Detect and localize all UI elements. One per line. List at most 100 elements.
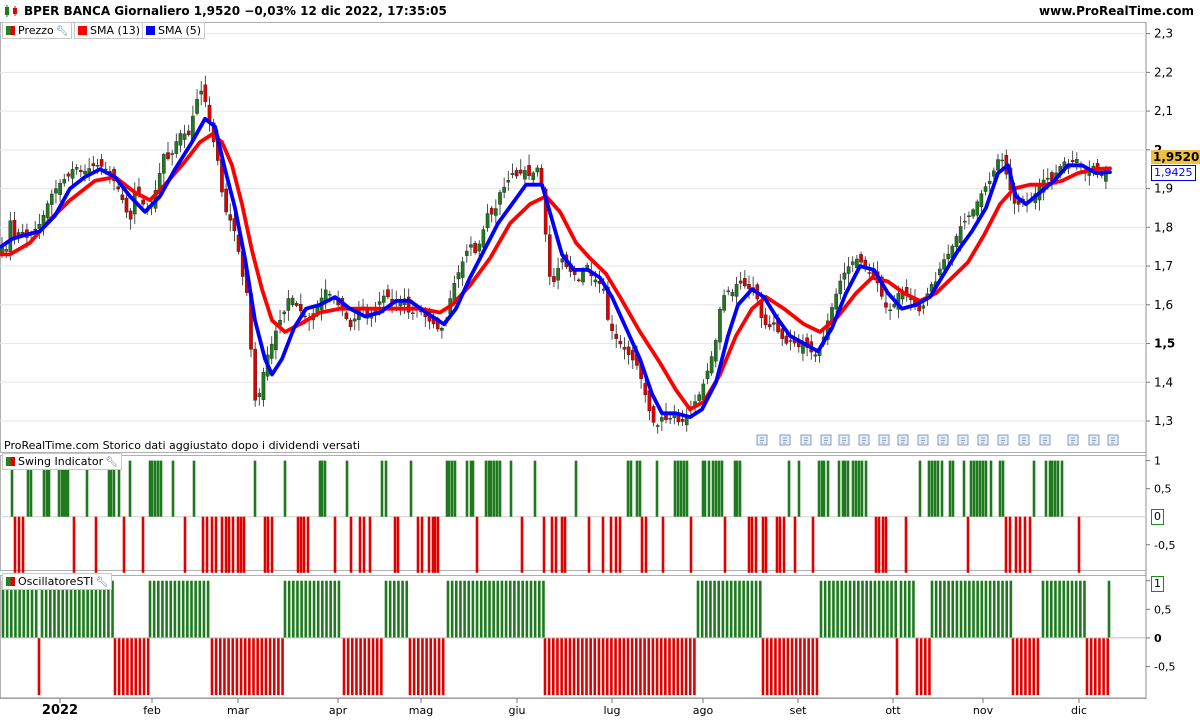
candle-body xyxy=(975,201,980,216)
sti-bar xyxy=(194,580,197,638)
candle-body xyxy=(62,179,67,184)
swing-bar xyxy=(192,460,196,517)
sti-bar xyxy=(337,580,341,638)
sti-bar xyxy=(417,637,420,696)
swing-bar xyxy=(574,460,578,517)
sti-bar xyxy=(1054,580,1057,638)
candle-body xyxy=(253,348,257,401)
price-tick-label: 1,8 xyxy=(1154,220,1173,234)
sti-bar xyxy=(380,637,383,696)
legend-sma5[interactable]: SMA (5) xyxy=(142,22,206,39)
candle-body xyxy=(411,312,415,314)
sti-bar xyxy=(405,580,409,638)
candlestick-icon xyxy=(4,5,20,20)
sti-bar xyxy=(227,637,230,696)
sti-bar xyxy=(1050,580,1053,638)
sti-bar xyxy=(955,580,959,638)
swing-bar xyxy=(587,516,591,573)
swing-bar xyxy=(884,516,888,573)
sti-bar xyxy=(988,580,992,638)
candle-body xyxy=(186,130,191,136)
wrench-icon[interactable]: 🔧︎ xyxy=(56,24,69,39)
candle-body xyxy=(655,425,660,427)
candle-body xyxy=(581,271,585,283)
wrench-icon[interactable]: 🔧︎ xyxy=(105,455,118,470)
legend-swing[interactable]: Swing Indicator 🔧︎ xyxy=(2,453,122,470)
sti-bar xyxy=(668,637,671,696)
sti-bar xyxy=(190,580,193,638)
swing-bar xyxy=(72,516,76,573)
sti-bar xyxy=(823,580,827,638)
swing-bar xyxy=(1001,460,1005,517)
sti-bar xyxy=(355,637,358,696)
legend-price[interactable]: Prezzo 🔧︎ xyxy=(2,22,73,39)
sti-bar xyxy=(738,580,741,638)
sti-bar xyxy=(626,637,630,696)
swing-bar xyxy=(122,516,126,573)
swing-bar xyxy=(323,460,327,517)
sti-bar xyxy=(869,580,873,638)
swing-bar xyxy=(775,516,779,573)
swing-bar xyxy=(427,516,431,573)
swing-bar xyxy=(764,516,768,573)
legend-sma13[interactable]: SMA (13) xyxy=(74,22,145,39)
sti-bar xyxy=(709,580,712,638)
sti-bar xyxy=(122,637,125,696)
swing-bar xyxy=(560,516,564,573)
sti-bar xyxy=(281,637,284,696)
swing-bar xyxy=(183,516,187,573)
legend-sti-label: OscillatoreSTI xyxy=(18,575,94,588)
swing-bar xyxy=(509,460,513,517)
chart-title: BPER BANCA Giornaliero 1,9520 −0,03% 12 … xyxy=(24,4,447,18)
swing-bar xyxy=(962,460,966,517)
candle-body xyxy=(45,203,50,218)
sti-bar xyxy=(446,580,450,638)
sti-bar xyxy=(504,580,508,638)
swing-bar xyxy=(811,516,815,573)
sti-bar xyxy=(770,637,773,696)
sti-bar xyxy=(316,580,320,638)
candle-body xyxy=(128,210,133,220)
sti-bar xyxy=(1041,580,1045,638)
swing-bar xyxy=(533,460,537,517)
swing-bar xyxy=(609,516,613,573)
swing-bar xyxy=(846,460,850,517)
event-marker-icon xyxy=(1018,434,1030,446)
sti-bar xyxy=(894,580,897,638)
sti-bar xyxy=(803,637,806,696)
price-tick-label: 1,3 xyxy=(1154,414,1173,428)
candle-body xyxy=(979,193,984,208)
swing-bar xyxy=(854,460,858,517)
event-marker-box xyxy=(878,434,890,446)
sti-bar xyxy=(560,637,563,696)
swing-bar xyxy=(302,516,306,573)
swing-bar xyxy=(447,460,451,517)
candle-body xyxy=(494,208,498,216)
swing-bar xyxy=(380,460,384,517)
candle-body xyxy=(743,278,747,287)
candle-body xyxy=(485,213,490,229)
candle-body xyxy=(668,418,672,420)
swing-bar xyxy=(141,516,145,573)
chart-svg[interactable]: 2,32,22,121,91,81,71,61,51,41,310,5-0,51… xyxy=(0,22,1200,720)
candle-body xyxy=(884,302,888,308)
swing-bar xyxy=(761,516,765,573)
price-tick-label: 1,6 xyxy=(1154,298,1173,312)
x-tick-label: ott xyxy=(885,704,901,717)
sti-bar xyxy=(963,580,967,638)
candle-body xyxy=(767,324,772,328)
sti-bar xyxy=(688,637,692,696)
x-tick-label: lug xyxy=(603,704,620,717)
sti-bar xyxy=(930,580,934,638)
sti-bar xyxy=(761,637,765,696)
sti-tick-label: 0 xyxy=(1154,632,1162,645)
sti-bar xyxy=(429,637,433,696)
legend-sti[interactable]: OscillatoreSTI 🔧︎ xyxy=(2,573,113,590)
sti-bar xyxy=(605,637,609,696)
wrench-icon[interactable]: 🔧︎ xyxy=(95,575,108,590)
candle-body xyxy=(166,152,170,160)
swing-bar xyxy=(797,460,801,517)
candle-body xyxy=(66,173,71,177)
swing-bar xyxy=(948,460,952,517)
swing-bar xyxy=(703,460,707,517)
